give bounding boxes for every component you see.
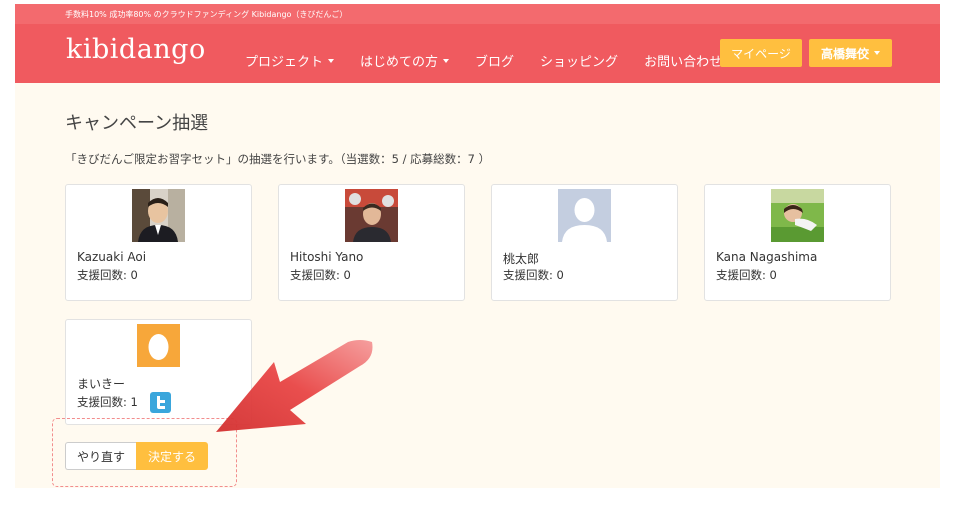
nav-beginners-label: はじめての方 xyxy=(360,55,439,70)
winner-card: 桃太郎 支援回数: 0 xyxy=(491,184,678,301)
page-title: キャンペーン抽選 xyxy=(65,113,209,134)
support-count-label: 支援回数: xyxy=(77,395,131,409)
nav-projects[interactable]: プロジェクト xyxy=(245,51,335,70)
nav-shopping[interactable]: ショッピング xyxy=(540,51,618,70)
twitter-icon[interactable] xyxy=(149,392,171,413)
nav-contact-label: お問い合わせ xyxy=(644,55,723,70)
support-count-label: 支援回数: xyxy=(290,268,344,282)
winner-card: Kana Nagashima 支援回数: 0 xyxy=(704,184,891,301)
support-count-value: 0 xyxy=(343,268,351,282)
chevron-down-icon xyxy=(874,51,880,55)
support-count: 支援回数: 0 xyxy=(77,267,138,283)
support-count-value: 0 xyxy=(130,268,138,282)
nav-blog-label: ブログ xyxy=(475,55,515,70)
avatar xyxy=(132,189,185,242)
support-count-label: 支援回数: xyxy=(503,268,557,282)
support-count-label: 支援回数: xyxy=(716,268,770,282)
winner-name: Hitoshi Yano xyxy=(290,250,364,264)
nav-projects-label: プロジェクト xyxy=(245,55,324,70)
winner-card: Hitoshi Yano 支援回数: 0 xyxy=(278,184,465,301)
support-count-value: 1 xyxy=(130,395,138,409)
support-count: 支援回数: 0 xyxy=(290,267,351,283)
winner-name: 桃太郎 xyxy=(503,252,540,266)
egg-avatar-icon xyxy=(137,324,180,367)
annotation-arrow-icon xyxy=(216,340,373,432)
winner-name: Kana Nagashima xyxy=(716,250,818,264)
support-count-value: 0 xyxy=(556,268,564,282)
support-count-label: 支援回数: xyxy=(77,268,131,282)
nav-beginners[interactable]: はじめての方 xyxy=(360,51,450,70)
avatar xyxy=(771,189,824,242)
user-menu-button[interactable]: 高橋舞佼 xyxy=(809,39,892,67)
support-count: 支援回数: 0 xyxy=(503,267,564,283)
winner-name: Kazuaki Aoi xyxy=(77,250,147,264)
site-logo[interactable]: kibidango xyxy=(66,34,206,65)
page-frame: 手数料10% 成功率80% のクラウドファンディング Kibidango（きびだ… xyxy=(15,4,940,488)
support-count: 支援回数: 0 xyxy=(716,267,777,283)
tagline: 手数料10% 成功率80% のクラウドファンディング Kibidango（きびだ… xyxy=(65,10,348,19)
site-header: 手数料10% 成功率80% のクラウドファンディング Kibidango（きびだ… xyxy=(15,4,940,83)
winner-card: Kazuaki Aoi 支援回数: 0 xyxy=(65,184,252,301)
winner-name: まいきー xyxy=(77,377,126,391)
support-count: 支援回数: 1 xyxy=(77,392,171,413)
nav-shopping-label: ショッピング xyxy=(540,55,619,70)
chevron-down-icon xyxy=(443,58,450,63)
mypage-button[interactable]: マイページ xyxy=(720,39,802,67)
lottery-description: 「きびだんご限定お習字セット」の抽選を行います。（当選数：5 / 応募総数：7 … xyxy=(65,152,491,166)
chevron-down-icon xyxy=(328,58,335,63)
nav-contact[interactable]: お問い合わせ xyxy=(644,51,722,70)
main-nav: プロジェクト はじめての方 ブログ ショッピング お問い合わせ xyxy=(245,51,748,70)
support-count-value: 0 xyxy=(769,268,777,282)
user-menu-label: 高橋舞佼 xyxy=(820,46,869,61)
nav-blog[interactable]: ブログ xyxy=(475,51,514,70)
avatar xyxy=(345,189,398,242)
mypage-button-label: マイページ xyxy=(731,46,791,61)
default-avatar-icon xyxy=(558,189,611,242)
